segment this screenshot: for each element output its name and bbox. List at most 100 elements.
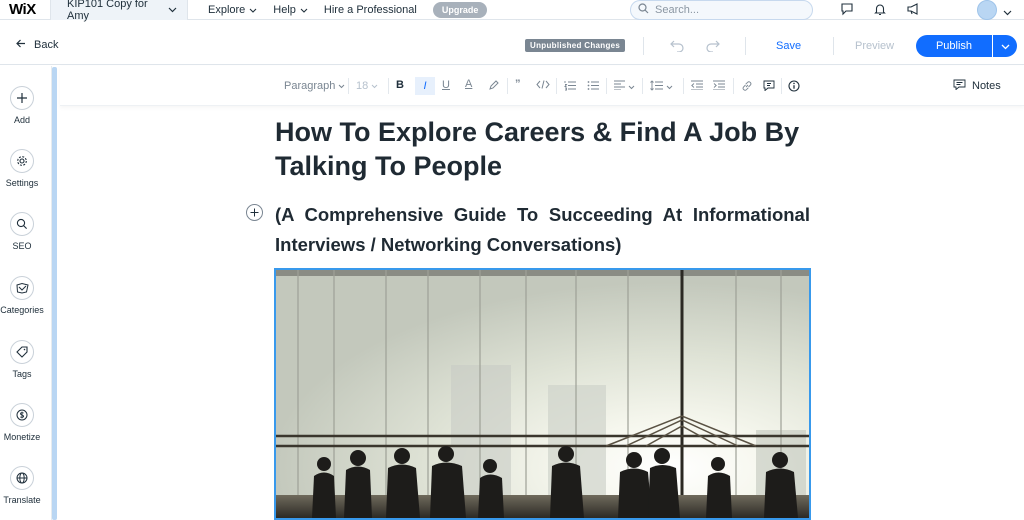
- sidebar-item-label: Translate: [3, 495, 41, 505]
- code-icon[interactable]: [536, 80, 550, 89]
- redo-icon[interactable]: [706, 39, 720, 57]
- divider: [745, 37, 746, 55]
- italic-icon[interactable]: I: [415, 77, 435, 95]
- bullet-list-icon[interactable]: [587, 80, 599, 91]
- sidebar-item-label: Categories: [0, 305, 44, 315]
- align-left-icon: [614, 80, 625, 93]
- divider: [388, 78, 389, 94]
- menu-help[interactable]: Help: [273, 4, 308, 16]
- search-icon: [638, 3, 649, 17]
- post-subtitle[interactable]: (A Comprehensive Guide To Succeeding At …: [275, 200, 810, 260]
- site-selector[interactable]: KIP101 Copy for Amy: [50, 0, 188, 22]
- categories-icon: [10, 276, 34, 300]
- paragraph-style-dropdown[interactable]: Paragraph: [284, 80, 345, 92]
- sidebar-item-label: Settings: [5, 178, 39, 188]
- underline-icon[interactable]: U: [442, 79, 450, 91]
- divider: [556, 78, 557, 94]
- sidebar-item-label: SEO: [12, 241, 32, 251]
- undo-icon[interactable]: [670, 39, 684, 57]
- tag-icon: [10, 340, 34, 364]
- chevron-down-icon: [628, 81, 635, 93]
- comment-icon[interactable]: [840, 2, 854, 21]
- chevron-down-icon[interactable]: [1003, 3, 1012, 21]
- line-spacing-icon: [650, 80, 663, 94]
- divider: [348, 78, 349, 94]
- search-placeholder: Search...: [655, 4, 700, 16]
- top-icons: [840, 2, 920, 21]
- divider: [643, 37, 644, 55]
- sidebar-item-categories[interactable]: Categories: [0, 276, 44, 315]
- avatar[interactable]: [977, 0, 997, 20]
- menu-hire-professional[interactable]: Hire a Professional: [324, 4, 417, 16]
- sidebar-item-monetize[interactable]: Monetize: [0, 403, 44, 442]
- action-bar: Back Unpublished Changes Save Preview Pu…: [0, 27, 1024, 65]
- quote-icon[interactable]: ”: [515, 78, 521, 90]
- bell-icon[interactable]: [873, 2, 887, 21]
- sidebar-item-tags[interactable]: Tags: [0, 340, 44, 379]
- chevron-down-icon: [249, 4, 257, 16]
- sidebar-item-label: Monetize: [3, 432, 41, 442]
- dollar-icon: [10, 403, 34, 427]
- embed-icon[interactable]: [763, 80, 775, 91]
- notes-icon: [953, 79, 966, 93]
- notes-button[interactable]: Notes: [953, 79, 1001, 93]
- chevron-down-icon: [338, 80, 345, 92]
- add-block-button[interactable]: [246, 204, 263, 221]
- chevron-down-icon: [168, 4, 177, 16]
- upgrade-button[interactable]: Upgrade: [432, 1, 488, 18]
- save-button[interactable]: Save: [776, 40, 801, 52]
- sidebar-item-label: Tags: [12, 369, 32, 379]
- divider: [642, 78, 643, 94]
- publish-button[interactable]: Publish: [916, 35, 992, 57]
- notes-label: Notes: [972, 80, 1001, 92]
- globe-icon: [10, 466, 34, 490]
- arrow-left-icon: [16, 39, 26, 51]
- site-name: KIP101 Copy for Amy: [67, 0, 148, 22]
- line-spacing-dropdown[interactable]: [650, 80, 673, 94]
- gear-icon: [10, 149, 34, 173]
- font-size-dropdown[interactable]: 18: [356, 80, 378, 92]
- top-bar: WiX KIP101 Copy for Amy Explore Help Hir…: [0, 0, 1024, 22]
- divider: [733, 78, 734, 94]
- divider: [781, 78, 782, 94]
- alignment-dropdown[interactable]: [614, 80, 635, 93]
- post-hero-image[interactable]: [274, 268, 811, 520]
- outdent-icon[interactable]: [691, 80, 703, 90]
- post-title[interactable]: How To Explore Careers & Find A Job By T…: [275, 115, 835, 183]
- top-menu: Explore Help Hire a Professional Upgrade: [208, 1, 488, 18]
- sidebar-item-settings[interactable]: Settings: [0, 149, 44, 188]
- status-badge: Unpublished Changes: [525, 39, 626, 52]
- bold-icon[interactable]: B: [396, 79, 404, 91]
- divider: [683, 78, 684, 94]
- menu-explore-label: Explore: [208, 3, 246, 16]
- text-color-icon[interactable]: A: [465, 78, 472, 90]
- search-icon: [10, 212, 34, 236]
- indent-icon[interactable]: [713, 80, 725, 90]
- menu-hire-label: Hire a Professional: [323, 3, 417, 16]
- search-input[interactable]: Search...: [630, 0, 813, 20]
- megaphone-icon[interactable]: [906, 2, 920, 21]
- menu-help-label: Help: [273, 3, 296, 16]
- info-icon[interactable]: [788, 80, 800, 92]
- numbered-list-icon[interactable]: [564, 80, 576, 91]
- plus-icon: [10, 86, 34, 110]
- publish-dropdown[interactable]: [993, 35, 1017, 57]
- wix-logo[interactable]: WiX: [0, 1, 50, 18]
- menu-explore[interactable]: Explore: [208, 4, 257, 16]
- chevron-down-icon: [371, 80, 378, 92]
- plus-icon: [250, 204, 259, 222]
- sidebar-item-seo[interactable]: SEO: [0, 212, 44, 251]
- back-button[interactable]: Back: [16, 39, 58, 51]
- left-sidebar: Add Settings SEO Categories Tags Monetiz…: [0, 66, 52, 520]
- divider: [606, 78, 607, 94]
- sidebar-item-translate[interactable]: Translate: [0, 466, 44, 505]
- divider: [833, 37, 834, 55]
- chevron-down-icon: [666, 81, 673, 93]
- preview-button[interactable]: Preview: [855, 40, 894, 52]
- chevron-down-icon: [1001, 37, 1010, 55]
- link-icon[interactable]: [741, 80, 753, 92]
- highlight-icon[interactable]: [488, 80, 499, 91]
- sidebar-item-add[interactable]: Add: [0, 86, 44, 125]
- sidebar-scrollbar[interactable]: [52, 67, 57, 520]
- back-label: Back: [34, 39, 59, 51]
